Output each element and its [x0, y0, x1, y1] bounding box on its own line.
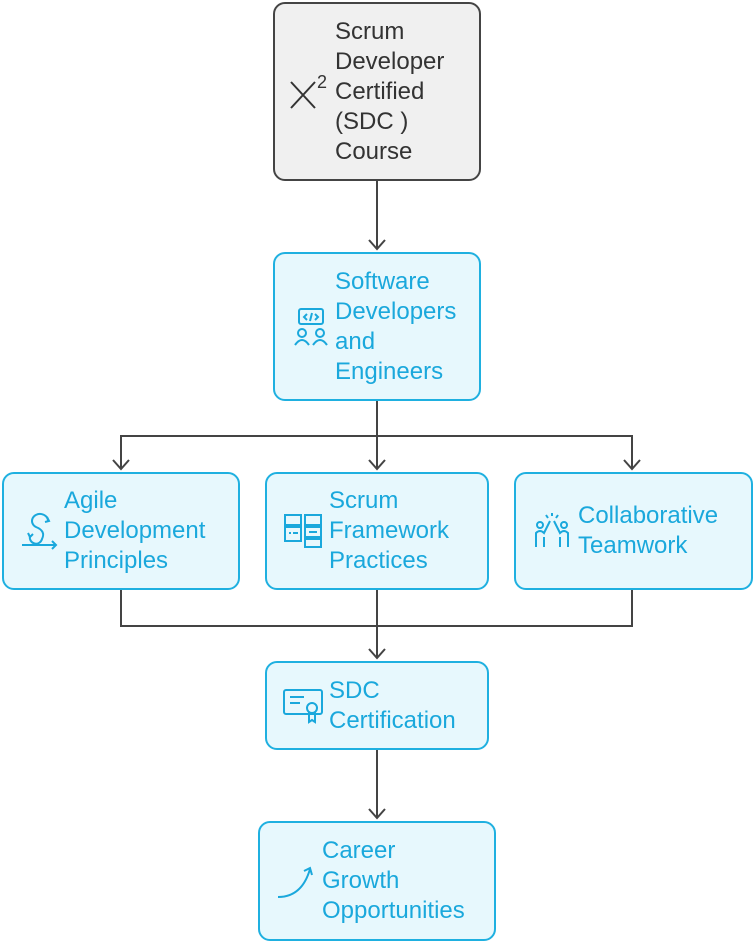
node-developers[interactable]: Software Developers and Engineers	[273, 252, 481, 401]
node-label: Collaborative Teamwork	[578, 502, 719, 559]
connector-branches-certification	[120, 590, 633, 660]
node-label: Scrum Developer Certified (SDC ) Course	[335, 17, 445, 165]
framework-panels-icon	[277, 511, 329, 551]
node-label: Scrum Framework Practices	[329, 487, 450, 574]
x-squared-icon: 2	[287, 72, 335, 112]
connector-course-developers	[368, 181, 386, 251]
node-label: Agile Development Principles	[64, 487, 206, 574]
team-high-five-icon	[526, 511, 578, 551]
node-teamwork[interactable]: Collaborative Teamwork	[514, 472, 753, 590]
certificate-icon	[277, 686, 329, 726]
node-course[interactable]: 2 Scrum Developer Certified (SDC ) Cours…	[273, 2, 481, 181]
node-scrum[interactable]: Scrum Framework Practices	[265, 472, 489, 590]
node-label: SDC Certification	[329, 676, 456, 734]
connector-developers-branches	[112, 401, 641, 471]
node-agile[interactable]: Agile Development Principles	[2, 472, 240, 590]
growth-arrow-icon	[270, 861, 322, 901]
node-label: Career Growth Opportunities	[322, 837, 465, 924]
developers-code-icon	[287, 307, 335, 347]
svg-text:2: 2	[317, 72, 327, 92]
flow-diagram: 2 Scrum Developer Certified (SDC ) Cours…	[0, 0, 755, 943]
agile-loop-icon	[16, 511, 64, 551]
node-label: Software Developers and Engineers	[335, 267, 457, 385]
node-certification[interactable]: SDC Certification	[265, 661, 489, 750]
connector-certification-career	[368, 750, 386, 820]
node-career[interactable]: Career Growth Opportunities	[258, 821, 496, 941]
